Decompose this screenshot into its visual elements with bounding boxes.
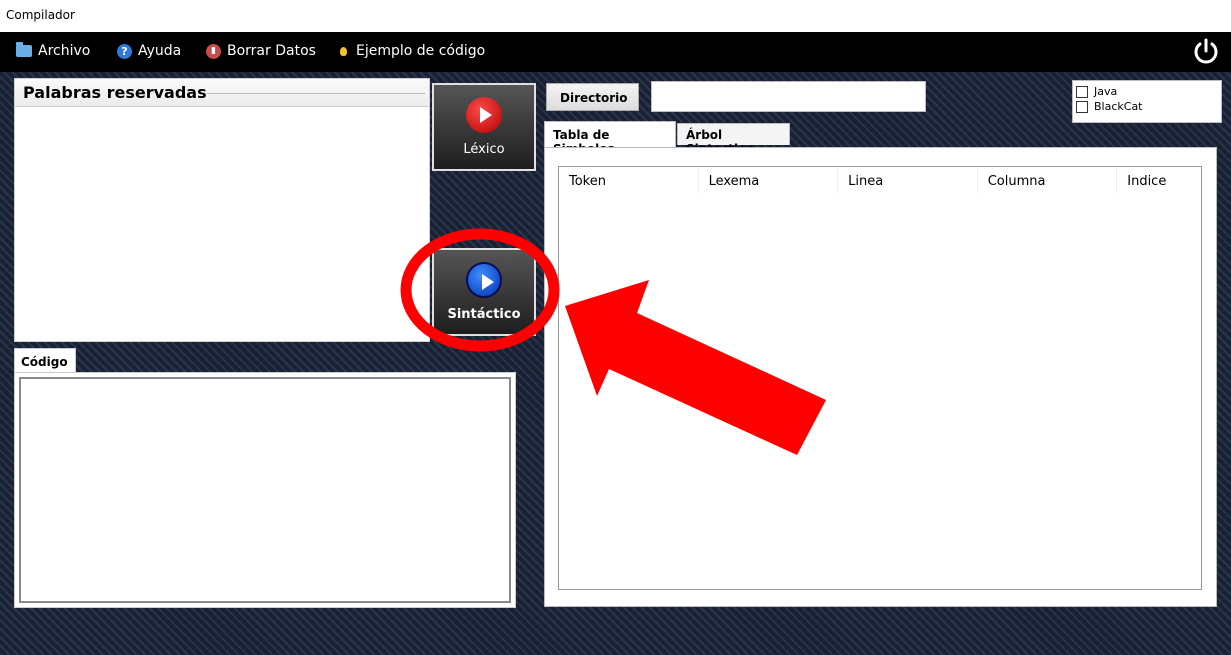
tab-tabla-simbolos[interactable]: Tabla de Simbolos [544,121,676,156]
main-area: Palabras reservadas Código Léxico Sintác… [0,72,1231,655]
tab-arbol-sintactico[interactable]: Árbol Sintactico [677,123,790,156]
lexico-button-label: Léxico [463,142,505,157]
blackcat-label: BlackCat [1094,100,1143,113]
menu-ayuda-label: Ayuda [138,43,182,59]
column-columna[interactable]: Columna [978,167,1118,193]
bulb-icon [340,46,347,56]
menu-ejemplo-codigo-label: Ejemplo de código [356,43,486,59]
column-indice[interactable]: Indice [1117,167,1201,193]
play-icon [466,97,502,133]
java-label: Java [1094,85,1118,98]
menu-archivo-label: Archivo [38,43,91,59]
menu-ejemplo-codigo[interactable]: Ejemplo de código [336,43,485,59]
column-token[interactable]: Token [559,167,699,193]
blackcat-checkbox[interactable]: BlackCat [1076,99,1218,114]
code-editor[interactable] [19,377,511,603]
directorio-input[interactable] [651,81,926,112]
menu-bar: Archivo ? Ayuda ▮ Borrar Datos Ejemplo d… [0,32,1231,72]
menu-archivo[interactable]: Archivo [16,42,91,59]
symbol-table-panel: Token Lexema Linea Columna Indice [544,147,1217,607]
reserved-words-title: Palabras reservadas [23,83,207,102]
reserved-words-header: Palabras reservadas [15,79,429,107]
play-icon [466,262,502,298]
menu-ayuda[interactable]: ? Ayuda [117,43,181,59]
checkbox-box [1076,85,1088,98]
java-checkbox[interactable]: Java [1076,84,1218,99]
lexico-button[interactable]: Léxico [432,83,536,171]
symbol-table: Token Lexema Linea Columna Indice [558,166,1202,590]
power-icon[interactable] [1191,37,1221,67]
sintactico-button[interactable]: Sintáctico [432,248,536,336]
column-lexema[interactable]: Lexema [699,167,839,193]
language-checkboxes: Java BlackCat [1072,80,1222,123]
column-linea[interactable]: Linea [838,167,978,193]
help-icon: ? [117,43,132,59]
menu-borrar-datos[interactable]: ▮ Borrar Datos [206,43,316,59]
window-titlebar: Compilador [0,0,1231,32]
tab-codigo[interactable]: Código [14,348,76,374]
checkbox-box [1076,100,1088,113]
folder-icon [16,42,32,57]
code-panel [14,372,516,608]
menu-borrar-datos-label: Borrar Datos [227,43,316,59]
reserved-words-panel: Palabras reservadas [14,78,430,342]
trash-icon: ▮ [206,43,221,59]
directorio-button[interactable]: Directorio [546,83,639,111]
window-title: Compilador [6,8,75,22]
sintactico-button-label: Sintáctico [447,307,521,322]
table-header: Token Lexema Linea Columna Indice [559,167,1201,193]
